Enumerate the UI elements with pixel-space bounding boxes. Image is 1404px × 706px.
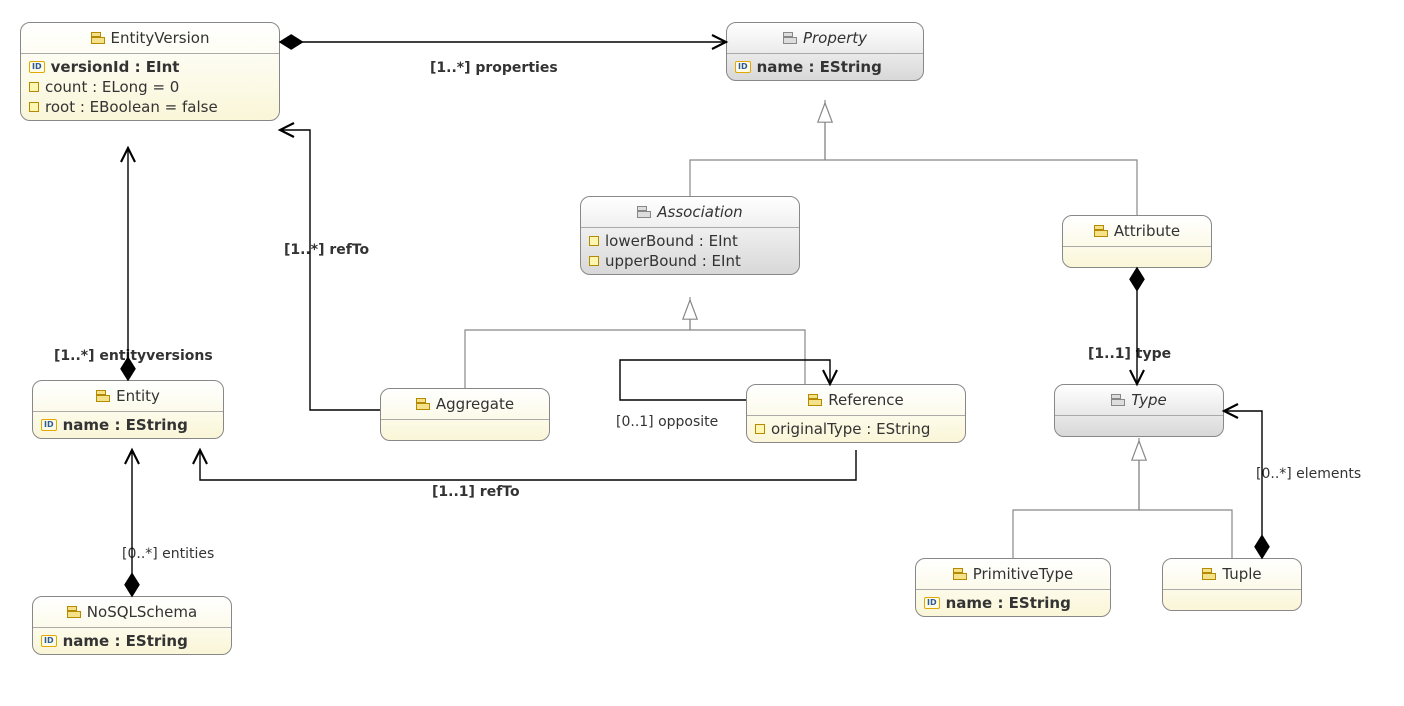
class-icon <box>1094 225 1108 237</box>
id-attr-icon: ID <box>924 597 940 609</box>
edge-label-opposite: [0..1] opposite <box>616 414 718 430</box>
attr-icon <box>29 102 39 112</box>
attr-text: name : EString <box>63 416 188 434</box>
attr-text: name : EString <box>946 594 1071 612</box>
abstract-class-icon <box>637 206 651 218</box>
edge-label-entityversions: [1..*] entityversions <box>54 348 213 364</box>
id-attr-icon: ID <box>29 61 45 73</box>
class-title: Attribute <box>1114 222 1180 240</box>
attr-text: upperBound : EInt <box>605 252 741 270</box>
class-icon <box>416 398 430 410</box>
attr-text: versionId : EInt <box>51 58 180 76</box>
class-primitivetype[interactable]: PrimitiveType ID name : EString <box>915 558 1111 617</box>
attr-text: root : EBoolean = false <box>45 98 218 116</box>
class-icon <box>67 606 81 618</box>
id-attr-icon: ID <box>41 635 57 647</box>
attr-icon <box>589 256 599 266</box>
class-title: EntityVersion <box>111 29 210 47</box>
edge-label-refto-aggregate: [1..*] refTo <box>284 242 369 258</box>
class-type[interactable]: Type <box>1054 384 1224 437</box>
attr-icon <box>29 82 39 92</box>
edge-label-properties: [1..*] properties <box>430 60 558 76</box>
class-title: Tuple <box>1222 565 1261 583</box>
class-entityversion[interactable]: EntityVersion ID versionId : EInt count … <box>20 22 280 121</box>
class-icon <box>96 390 110 402</box>
attr-text: name : EString <box>757 58 882 76</box>
class-title: Aggregate <box>436 395 514 413</box>
class-icon <box>1202 568 1216 580</box>
class-property[interactable]: Property ID name : EString <box>726 22 924 81</box>
attr-icon <box>589 236 599 246</box>
class-association[interactable]: Association lowerBound : EInt upperBound… <box>580 196 800 275</box>
edge-label-entities: [0..*] entities <box>122 546 214 562</box>
edge-label-refto-reference: [1..1] refTo <box>432 484 520 500</box>
class-icon <box>808 394 822 406</box>
attr-text: originalType : EString <box>771 420 930 438</box>
diagram-canvas: EntityVersion ID versionId : EInt count … <box>0 0 1404 706</box>
attr-text: name : EString <box>63 632 188 650</box>
class-reference[interactable]: Reference originalType : EString <box>746 384 966 443</box>
class-title: PrimitiveType <box>973 565 1074 583</box>
class-title: Association <box>657 203 742 221</box>
class-tuple[interactable]: Tuple <box>1162 558 1302 611</box>
class-title: Entity <box>116 387 160 405</box>
class-icon <box>91 32 105 44</box>
class-entity[interactable]: Entity ID name : EString <box>32 380 224 439</box>
attr-icon <box>755 424 765 434</box>
abstract-class-icon <box>1111 394 1125 406</box>
abstract-class-icon <box>783 32 797 44</box>
class-aggregate[interactable]: Aggregate <box>380 388 550 441</box>
class-nosqlschema[interactable]: NoSQLSchema ID name : EString <box>32 596 232 655</box>
edge-label-elements: [0..*] elements <box>1256 466 1361 482</box>
class-title: NoSQLSchema <box>87 603 197 621</box>
id-attr-icon: ID <box>735 61 751 73</box>
class-title: Property <box>803 29 867 47</box>
class-title: Reference <box>828 391 904 409</box>
class-attribute[interactable]: Attribute <box>1062 215 1212 268</box>
attr-text: count : ELong = 0 <box>45 78 179 96</box>
class-icon <box>953 568 967 580</box>
id-attr-icon: ID <box>41 419 57 431</box>
class-title: Type <box>1131 391 1167 409</box>
attr-text: lowerBound : EInt <box>605 232 738 250</box>
edge-label-type: [1..1] type <box>1088 346 1171 362</box>
